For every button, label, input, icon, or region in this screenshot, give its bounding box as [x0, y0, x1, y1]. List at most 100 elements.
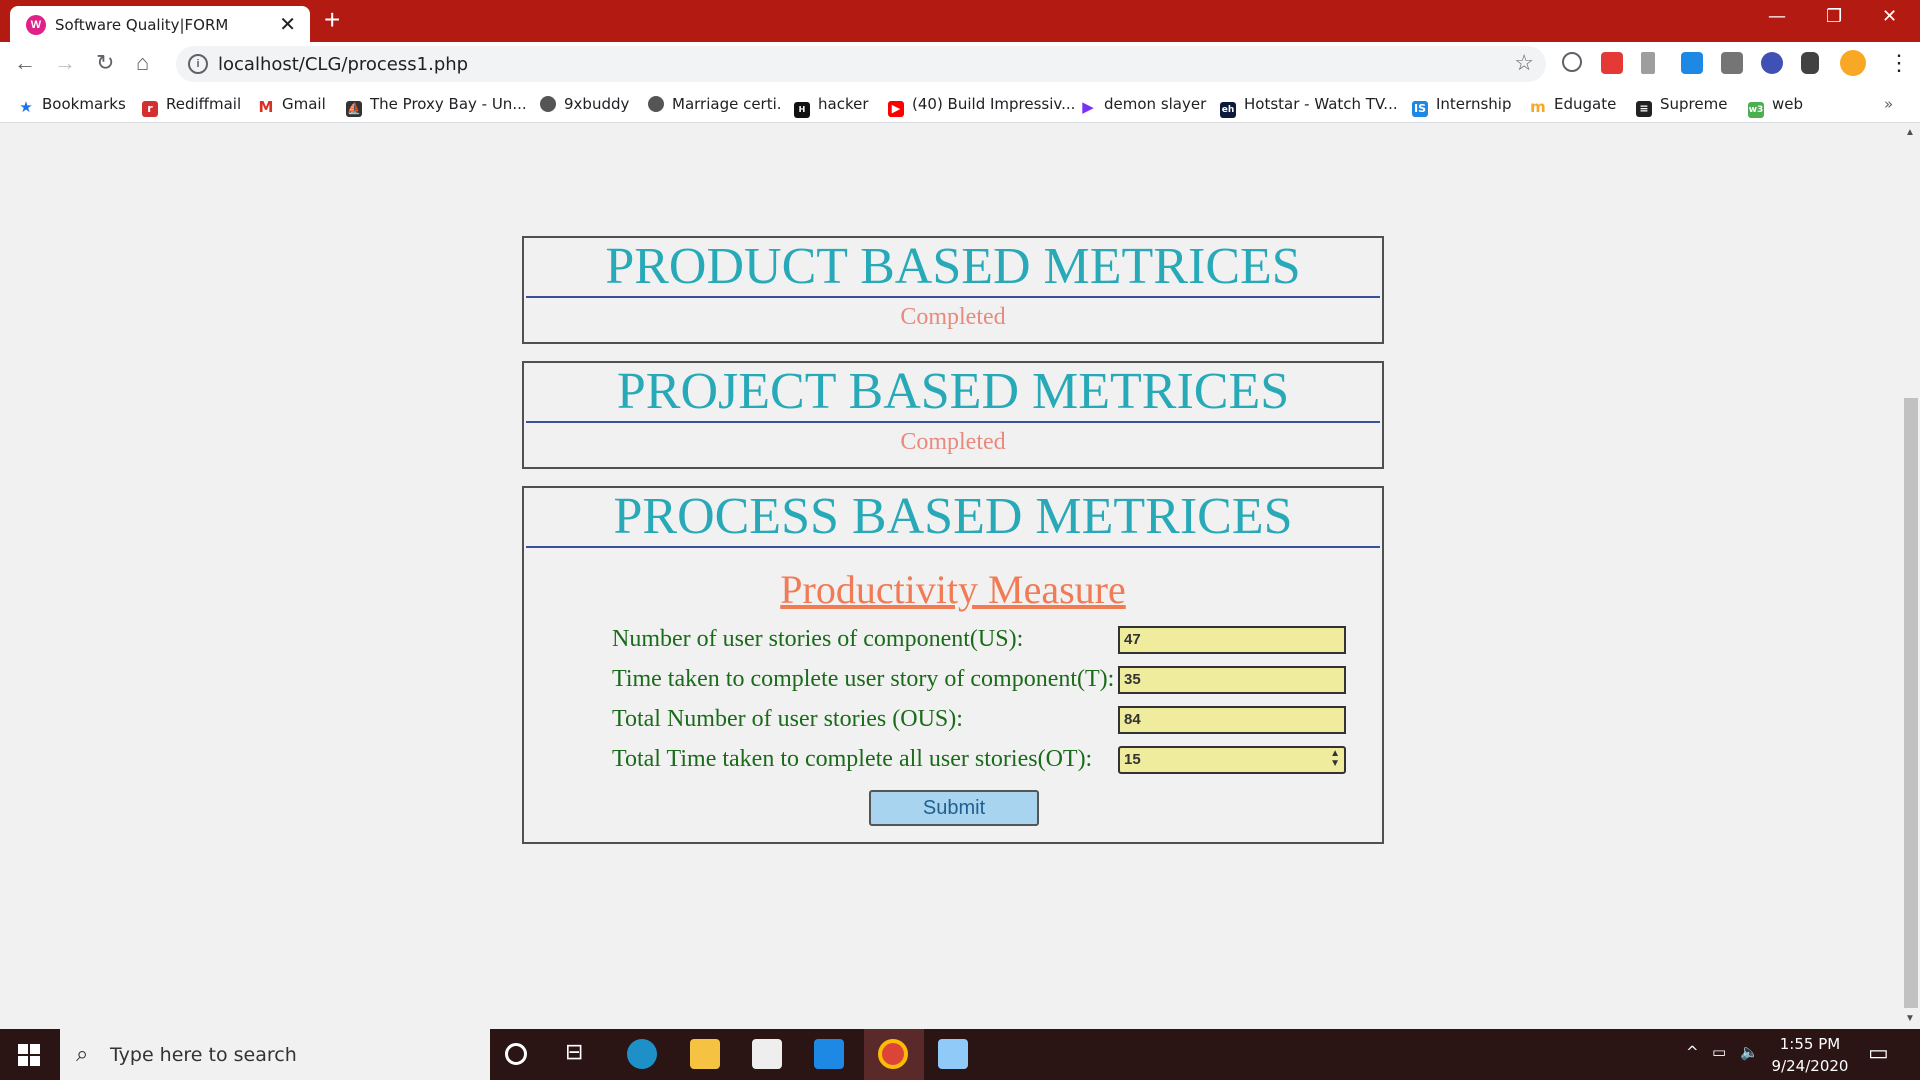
windows-extension-icon[interactable]	[1681, 52, 1703, 74]
bookmark-item[interactable]: M Gmail	[258, 95, 326, 115]
tray-chevron-icon[interactable]: ^	[1686, 1043, 1699, 1061]
close-tab-icon[interactable]: ✕	[279, 12, 296, 37]
bookmark-item[interactable]: m Edugate	[1530, 95, 1616, 115]
forward-icon[interactable]: →	[54, 50, 76, 76]
project-metrics-section: PROJECT BASED METRICES Completed	[522, 361, 1384, 469]
back-icon[interactable]: ←	[14, 50, 36, 76]
globe-icon	[540, 96, 556, 112]
submit-button[interactable]: Submit	[869, 790, 1039, 826]
field-label: Total Time taken to complete all user st…	[612, 746, 1093, 772]
tab-title: Software Quality|FORM	[55, 16, 229, 34]
section-status: Completed	[900, 429, 1006, 455]
block-extension-icon[interactable]	[1562, 52, 1582, 72]
cube-extension-icon[interactable]	[1761, 52, 1783, 74]
virtualbox-icon[interactable]	[938, 1039, 968, 1069]
field-label: Total Number of user stories (OUS):	[612, 706, 963, 732]
edugate-icon: m	[1530, 98, 1546, 116]
browser-tab[interactable]: W Software Quality|FORM ✕	[10, 6, 310, 42]
section-title: PROCESS BASED METRICES	[613, 488, 1293, 545]
home-icon[interactable]: ⌂	[136, 50, 149, 76]
clock-date: 9/24/2020	[1771, 1057, 1849, 1075]
total-user-stories-input[interactable]: 84	[1118, 706, 1346, 734]
search-icon: ⌕	[76, 1041, 89, 1066]
bookmark-item[interactable]: Marriage certi.	[648, 95, 782, 113]
section-status: Completed	[900, 304, 1006, 330]
battery-icon[interactable]: ▭	[1712, 1043, 1726, 1061]
browser-titlebar: W Software Quality|FORM ✕ + — ❐ ✕	[0, 0, 1920, 42]
hackerrank-icon: H	[794, 102, 810, 118]
total-time-value: 15	[1124, 751, 1141, 768]
new-tab-icon[interactable]: +	[324, 4, 340, 36]
bookmark-star-icon[interactable]: ☆	[1514, 50, 1534, 76]
field-label: Number of user stories of component(US):	[612, 626, 1024, 652]
supreme-icon: ≡	[1636, 101, 1652, 117]
form-heading: Productivity Measure	[780, 567, 1126, 612]
edge-icon[interactable]	[627, 1039, 657, 1069]
bookmark-item[interactable]: ★ Bookmarks	[18, 95, 126, 115]
bookmark-item[interactable]: eh Hotstar - Watch TV...	[1220, 95, 1398, 118]
youtube-icon: ▶	[888, 101, 904, 117]
clock[interactable]: 1:55 PM 9/24/2020	[1768, 1035, 1852, 1075]
puzzle-extensions-icon[interactable]	[1801, 52, 1819, 74]
product-metrics-section: PRODUCT BASED METRICES Completed	[522, 236, 1384, 344]
address-bar[interactable]: i localhost/CLG/process1.php ☆	[176, 46, 1546, 82]
scroll-up-icon[interactable]: ▲	[1905, 127, 1915, 138]
windows-taskbar: ⌕ Type here to search ⊟ ^ ▭ 🔈 1:55 PM 9/…	[0, 1029, 1920, 1080]
bookmark-item[interactable]: ⛵ The Proxy Bay - Un...	[346, 95, 527, 117]
chrome-icon[interactable]	[878, 1039, 908, 1069]
bookmark-item[interactable]: ▶ demon slayer	[1080, 95, 1206, 115]
file-explorer-icon[interactable]	[690, 1039, 720, 1069]
bookmark-item[interactable]: ▶ (40) Build Impressiv...	[888, 95, 1075, 117]
reload-icon[interactable]: ↻	[96, 50, 114, 76]
menu-kebab-icon[interactable]: ⋮	[1888, 50, 1910, 76]
site-favicon-icon: W	[26, 15, 46, 35]
time-taken-input[interactable]: 35	[1118, 666, 1346, 694]
browser-toolbar: ← → ↻ ⌂ i localhost/CLG/process1.php ☆	[0, 42, 1920, 88]
bookmark-item[interactable]: w3 web	[1748, 95, 1803, 118]
clock-time: 1:55 PM	[1779, 1035, 1841, 1053]
section-title: PRODUCT BASED METRICES	[605, 238, 1301, 295]
total-time-input[interactable]: 15 ▲ ▼	[1118, 746, 1346, 774]
bookmark-item[interactable]: Hhacker	[794, 95, 869, 118]
spinner-icon[interactable]: ▲ ▼	[1330, 749, 1340, 769]
minimize-icon[interactable]: —	[1768, 6, 1786, 27]
shield-extension-icon[interactable]	[1601, 52, 1623, 74]
mail-icon[interactable]	[814, 1039, 844, 1069]
windows-start-icon[interactable]	[18, 1044, 40, 1066]
bookmark-item[interactable]: IS Internship	[1412, 95, 1511, 117]
gmail-icon: M	[258, 98, 274, 116]
url-text: localhost/CLG/process1.php	[218, 54, 469, 75]
notification-icon[interactable]: ▭	[1868, 1041, 1889, 1066]
pirate-ship-icon: ⛵	[346, 101, 362, 117]
section-title: PROJECT BASED METRICES	[616, 363, 1290, 420]
star-icon: ★	[19, 98, 33, 116]
internshala-icon: IS	[1412, 101, 1428, 117]
profile-avatar[interactable]	[1840, 50, 1866, 76]
scrollbar-thumb[interactable]	[1904, 398, 1918, 1008]
more-bookmarks-icon[interactable]: »	[1884, 95, 1893, 113]
scroll-down-icon[interactable]: ▼	[1905, 1013, 1915, 1024]
task-view-icon[interactable]: ⊟	[565, 1039, 595, 1069]
camera-extension-icon[interactable]	[1721, 52, 1743, 74]
bookmark-item[interactable]: r Rediffmail	[142, 95, 241, 117]
web-icon: w3	[1748, 102, 1764, 118]
download-extension-icon[interactable]	[1641, 52, 1655, 74]
store-icon[interactable]	[752, 1039, 782, 1069]
restore-icon[interactable]: ❐	[1826, 6, 1842, 27]
close-window-icon[interactable]: ✕	[1882, 6, 1897, 27]
taskbar-search[interactable]: ⌕ Type here to search	[60, 1029, 490, 1080]
section-divider	[526, 546, 1380, 548]
bookmark-item[interactable]: 9xbuddy	[540, 95, 629, 113]
bookmark-item[interactable]: ≡ Supreme	[1636, 95, 1727, 117]
search-placeholder: Type here to search	[110, 1044, 297, 1066]
site-info-icon[interactable]: i	[188, 54, 208, 74]
page-content: PRODUCT BASED METRICES Completed PROJECT…	[0, 123, 1900, 1029]
globe-icon	[648, 96, 664, 112]
hotstar-icon: eh	[1220, 102, 1236, 118]
user-stories-input[interactable]: 47	[1118, 626, 1346, 654]
cortana-icon[interactable]	[505, 1043, 527, 1065]
bookmarks-bar: ★ Bookmarks r Rediffmail M Gmail ⛵ The Proxy…	[0, 88, 1920, 123]
volume-icon[interactable]: 🔈	[1740, 1043, 1759, 1061]
page-scrollbar[interactable]: ▲ ▼	[1900, 123, 1920, 1029]
rediffmail-icon: r	[142, 101, 158, 117]
